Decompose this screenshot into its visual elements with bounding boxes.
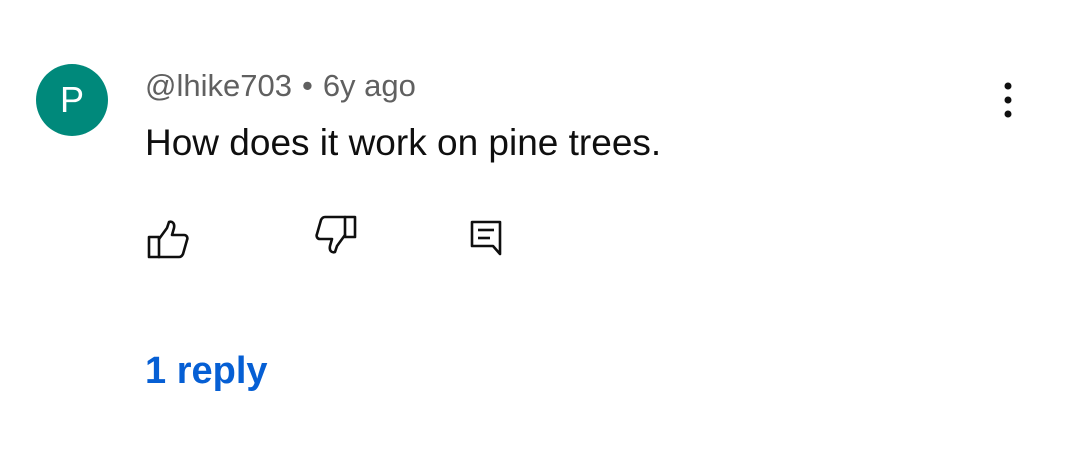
view-replies-button[interactable]: 1 reply	[145, 350, 268, 393]
comment-age: 6y ago	[322, 68, 416, 103]
comment-text: How does it work on pine trees.	[145, 122, 662, 163]
thumbs-down-icon	[315, 215, 357, 254]
more-vertical-icon	[1004, 82, 1012, 118]
avatar-letter: P	[59, 79, 84, 120]
comment-reply-icon	[470, 220, 502, 256]
like-button[interactable]	[142, 214, 194, 266]
reply-button[interactable]	[460, 212, 512, 264]
comment-meta: @lhike703 • 6y ago	[145, 66, 416, 106]
avatar[interactable]: P	[36, 64, 108, 136]
thumbs-up-icon	[147, 220, 189, 259]
more-options-button[interactable]	[984, 76, 1032, 124]
meta-separator: •	[301, 68, 313, 103]
author-handle[interactable]: @lhike703	[145, 68, 292, 104]
dislike-button[interactable]	[310, 208, 362, 260]
